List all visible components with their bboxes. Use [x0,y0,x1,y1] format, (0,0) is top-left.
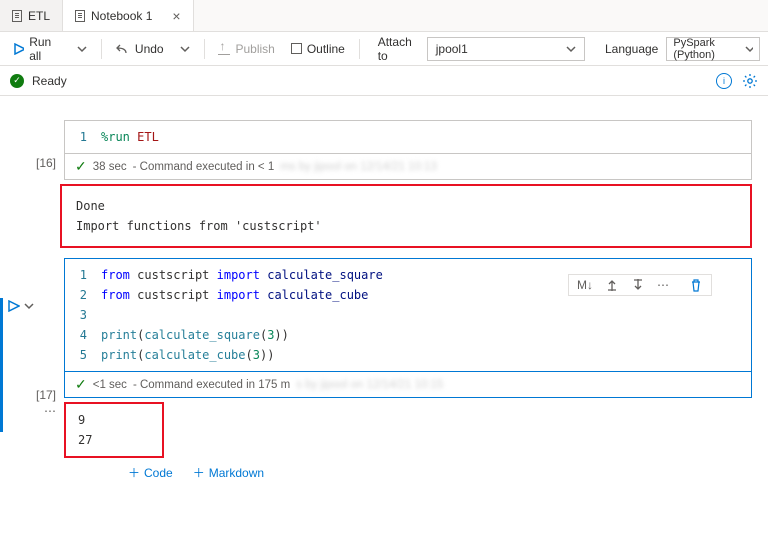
undo-label: Undo [135,42,164,56]
info-icon[interactable]: i [716,73,732,89]
divider [359,39,360,59]
exec-meta: ✓ 38 sec - Command executed in < 1 ms by… [64,154,752,180]
cell-toolbar: M↓ ⋯ [568,274,712,296]
code-input[interactable]: 1 %run ETL [64,120,752,154]
output-line: Import functions from 'custscript' [76,216,736,236]
plus-icon: ＋ [193,464,205,481]
selected-indicator [0,298,3,432]
divider [204,39,205,59]
convert-markdown-button[interactable]: M↓ [577,278,593,292]
move-up-icon[interactable] [605,278,619,292]
language-label: Language [605,42,658,56]
publish-label: Publish [235,42,274,56]
check-icon: ✓ [75,376,87,393]
toolbar: Run all Undo Publish Outline Attach to j… [0,32,768,66]
notebook-icon [12,10,22,22]
language-value: PySpark (Python) [673,37,744,61]
add-code-button[interactable]: ＋Code [128,464,173,481]
publish-button[interactable]: Publish [212,38,280,60]
trash-icon[interactable] [689,278,703,292]
notebook-content: [16] 1 %run ETL ✓ 38 sec - Command execu… [0,96,768,538]
chevron-down-icon [180,44,190,54]
status-text: Ready [32,74,67,88]
tab-label: Notebook 1 [91,9,152,23]
notebook-icon [75,10,85,22]
run-cell-dropdown[interactable] [24,301,34,311]
exec-count: [16] [36,156,56,170]
output-line: 27 [78,430,150,450]
output-line: 9 [78,410,150,430]
add-markdown-button[interactable]: ＋Markdown [193,464,264,481]
cell-output: Done Import functions from 'custscript' [60,184,752,248]
divider [101,39,102,59]
more-icon[interactable]: ⋯ [657,278,669,292]
status-ok-icon: ✓ [10,74,24,88]
attach-select[interactable]: jpool1 [427,37,585,61]
check-icon: ✓ [75,158,87,175]
undo-button[interactable]: Undo [110,38,170,60]
undo-icon [116,43,130,55]
plus-icon: ＋ [128,464,140,481]
tab-bar: ETL Notebook 1 × [0,0,768,32]
chevron-down-icon [77,44,87,54]
outline-button[interactable]: Outline [285,38,351,60]
tab-label: ETL [28,9,50,23]
outline-icon [291,43,302,54]
line-number: 1 [75,127,87,147]
tab-notebook1[interactable]: Notebook 1 × [63,0,194,31]
exec-meta: ✓ <1 sec - Command executed in 175 m s b… [64,372,752,398]
language-select[interactable]: PySpark (Python) [666,37,760,61]
attach-value: jpool1 [436,42,468,56]
publish-icon [218,43,230,55]
undo-dropdown[interactable] [174,40,196,58]
chevron-down-icon [566,44,576,54]
output-line: Done [76,196,736,216]
cell-output: 9 27 [64,402,164,458]
status-bar: ✓ Ready i [0,66,768,96]
run-cell-button[interactable] [8,300,20,312]
gear-icon[interactable] [742,73,758,89]
run-all-label: Run all [29,35,61,63]
exec-count: [17] [36,388,56,402]
run-all-button[interactable]: Run all [8,31,67,67]
outline-label: Outline [307,42,345,56]
tab-etl[interactable]: ETL [0,0,63,31]
chevron-down-icon [745,44,753,54]
play-icon [14,43,24,55]
attach-label: Attach to [378,35,419,63]
cell-16: [16] 1 %run ETL ✓ 38 sec - Command execu… [16,120,752,252]
move-down-icon[interactable] [631,278,645,292]
exec-dots: ⋯ [44,404,56,418]
run-dropdown[interactable] [71,40,93,58]
close-icon[interactable]: × [172,8,180,24]
